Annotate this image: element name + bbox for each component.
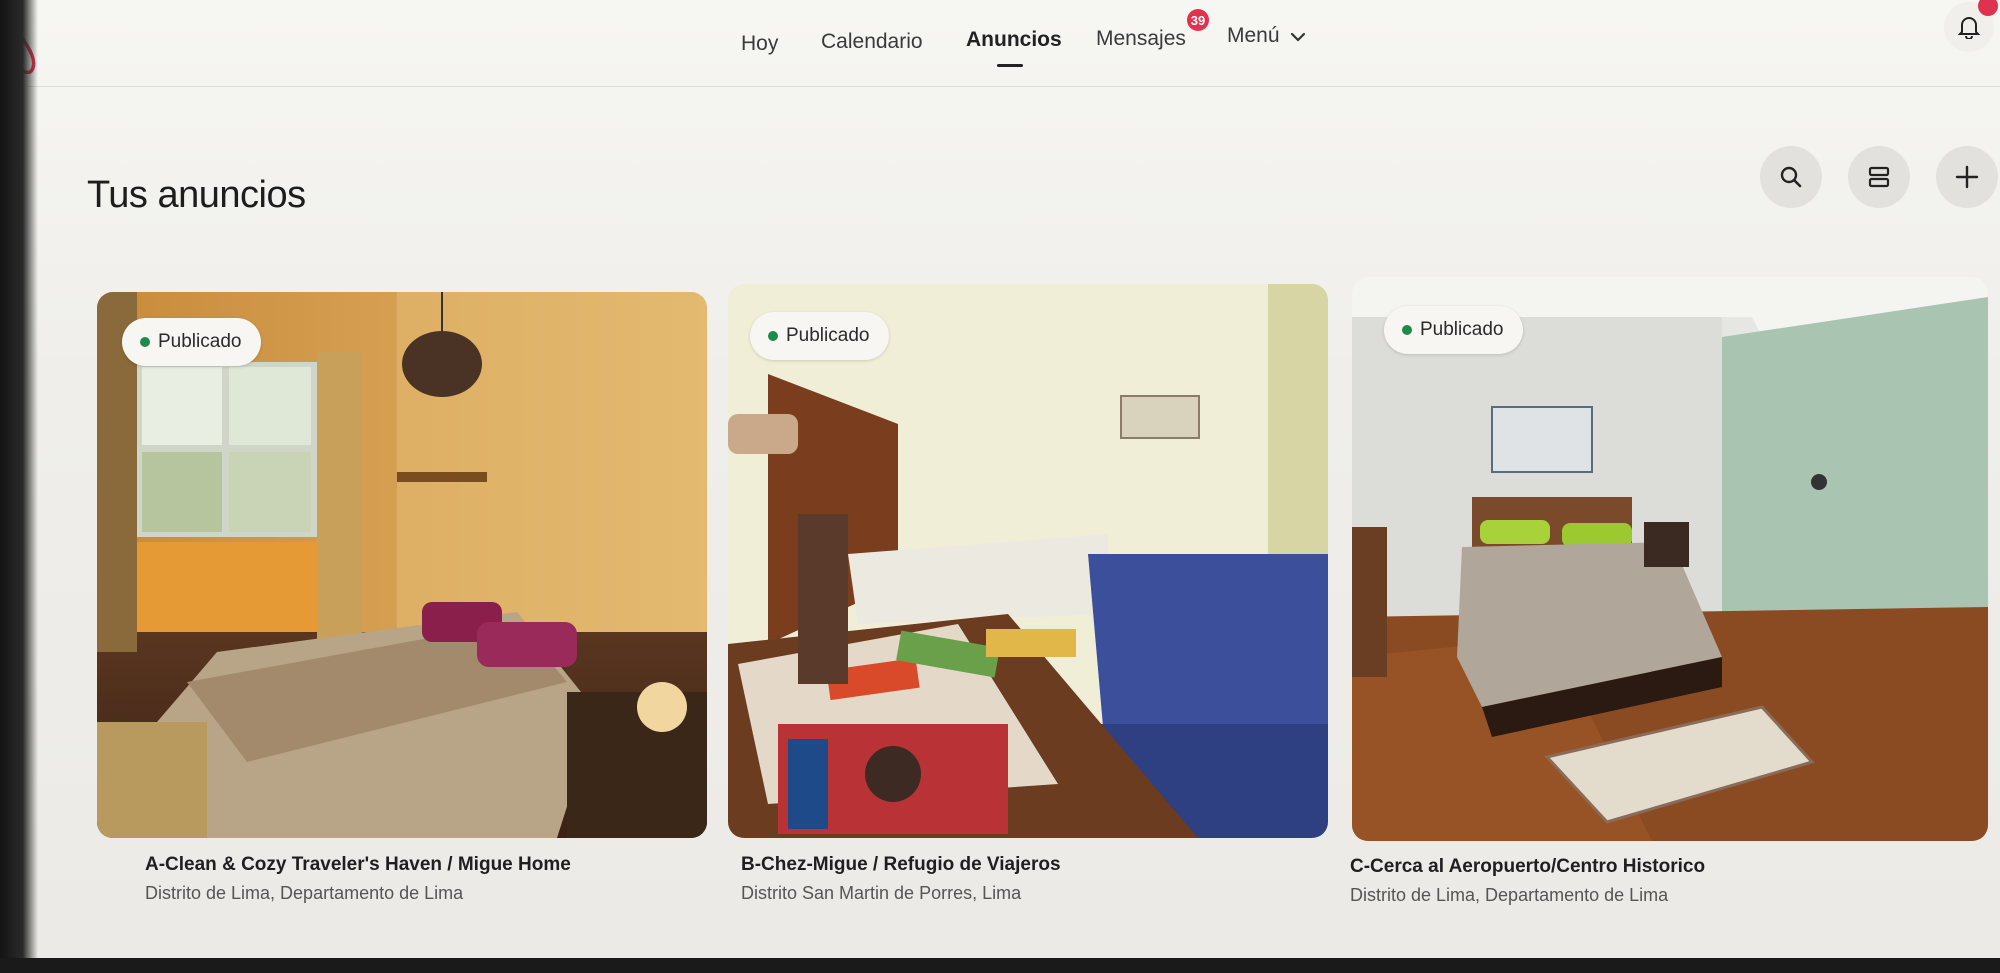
listing-photo-bedroom-b[interactable] bbox=[728, 284, 1328, 838]
published-status-dot bbox=[768, 331, 778, 341]
listing-title[interactable]: B-Chez-Migue / Refugio de Viajeros bbox=[741, 854, 1061, 876]
search-button[interactable] bbox=[1760, 146, 1822, 208]
listing-title[interactable]: A-Clean & Cozy Traveler's Haven / Migue … bbox=[145, 854, 571, 876]
bell-icon bbox=[1958, 17, 1980, 39]
status-badge: Publicado bbox=[1384, 306, 1524, 354]
listing-photo-bedroom-a[interactable] bbox=[97, 292, 707, 838]
status-label: Publicado bbox=[786, 325, 870, 346]
notification-dot bbox=[1978, 0, 1998, 16]
tab-mensajes[interactable]: Mensajes bbox=[1096, 27, 1186, 51]
tab-hoy[interactable]: Hoy bbox=[741, 32, 778, 56]
listing-location: Distrito de Lima, Departamento de Lima bbox=[1350, 885, 1669, 905]
top-navigation: Hoy Calendario Anuncios Mensajes 39 Menú bbox=[0, 0, 2000, 87]
add-listing-button[interactable] bbox=[1936, 146, 1998, 208]
listing-location: Distrito San Martin de Porres, Lima bbox=[741, 883, 1022, 903]
search-icon bbox=[1780, 166, 1802, 188]
active-tab-indicator bbox=[997, 64, 1023, 67]
page-title: Tus anuncios bbox=[87, 174, 306, 216]
listing-title[interactable]: C-Cerca al Aeropuerto/Centro Historico bbox=[1350, 856, 1705, 878]
tab-menu[interactable]: Menú bbox=[1227, 24, 1280, 48]
tab-anuncios[interactable]: Anuncios bbox=[966, 28, 1062, 52]
list-view-icon bbox=[1868, 166, 1890, 188]
view-toggle-button[interactable] bbox=[1848, 146, 1910, 208]
published-status-dot bbox=[1402, 325, 1412, 335]
chevron-down-icon[interactable] bbox=[1290, 30, 1306, 42]
messages-count-badge: 39 bbox=[1187, 9, 1209, 31]
status-label: Publicado bbox=[1420, 319, 1504, 340]
status-badge: Publicado bbox=[122, 318, 262, 366]
status-badge: Publicado bbox=[750, 312, 890, 360]
published-status-dot bbox=[140, 337, 150, 347]
listing-photo-bedroom-c[interactable] bbox=[1352, 277, 1988, 841]
plus-icon bbox=[1955, 165, 1979, 189]
screen-bezel-bottom bbox=[0, 958, 2000, 973]
status-label: Publicado bbox=[158, 331, 242, 352]
screen-bezel-left bbox=[0, 0, 38, 973]
tab-calendario[interactable]: Calendario bbox=[821, 30, 923, 54]
listing-location: Distrito de Lima, Departamento de Lima bbox=[145, 883, 464, 903]
